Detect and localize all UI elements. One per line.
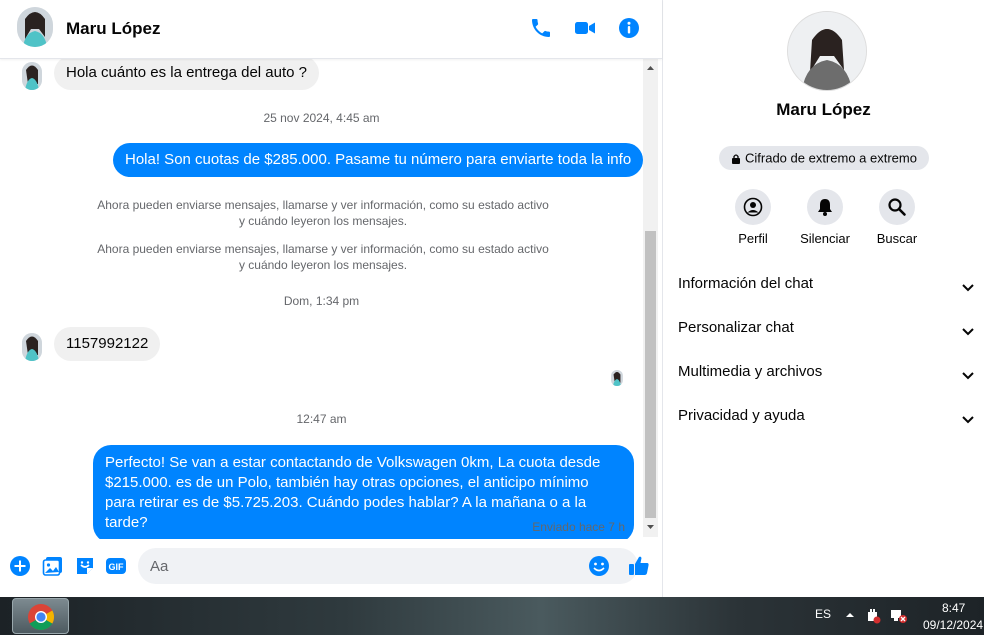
language-indicator[interactable]: ES: [815, 607, 831, 621]
action-label: Buscar: [876, 231, 918, 246]
action-label: Perfil: [738, 231, 768, 246]
like-icon[interactable]: [627, 554, 651, 578]
profile-icon[interactable]: [735, 189, 771, 225]
message-outgoing[interactable]: Hola! Son cuotas de $285.000. Pasame tu …: [113, 143, 643, 177]
contact-avatar-small[interactable]: [22, 333, 42, 361]
tray-expand-icon[interactable]: [845, 611, 855, 619]
read-receipt-avatar: [611, 370, 623, 386]
scroll-down-arrow-icon[interactable]: [643, 519, 658, 535]
chat-header: Maru López: [0, 0, 662, 59]
profile-avatar[interactable]: [787, 11, 867, 91]
clock-date[interactable]: 09/12/2024: [923, 618, 983, 632]
chrome-taskbar-button[interactable]: [12, 598, 69, 634]
message-incoming[interactable]: Hola cuánto es la entrega del auto ?: [54, 59, 320, 90]
chevron-down-icon: [960, 279, 976, 295]
taskbar: ES 8:47 09/12/2024: [0, 597, 984, 635]
chat-panel: Maru López Hola cuánto es la entrega del…: [0, 0, 662, 597]
section-label: Personalizar chat: [678, 319, 794, 336]
gif-icon[interactable]: GIF: [105, 555, 127, 577]
message-input[interactable]: [138, 548, 638, 584]
system-message: Ahora pueden enviarse mensajes, llamarse…: [97, 198, 549, 228]
bell-icon[interactable]: [807, 189, 843, 225]
svg-text:GIF: GIF: [109, 562, 125, 572]
info-icon[interactable]: [617, 16, 641, 40]
message-timestamp: 25 nov 2024, 4:45 am: [263, 111, 380, 125]
chrome-icon: [27, 603, 55, 631]
info-panel: Maru López Cifrado de extremo a extremo …: [663, 0, 984, 597]
video-call-icon[interactable]: [573, 16, 597, 40]
message-timestamp: Dom, 1:34 pm: [283, 294, 360, 308]
search-icon[interactable]: [879, 189, 915, 225]
sent-status: Enviado hace 7 h: [532, 520, 625, 534]
search-action[interactable]: Buscar: [867, 189, 927, 246]
scrollbar-thumb[interactable]: [645, 231, 656, 518]
power-icon[interactable]: [865, 608, 881, 624]
composer: GIF: [0, 540, 662, 597]
message-list: Hola cuánto es la entrega del auto ? 25 …: [0, 59, 643, 539]
action-label: Silenciar: [800, 231, 850, 246]
section-label: Multimedia y archivos: [678, 363, 823, 380]
section-label: Privacidad y ayuda: [678, 407, 805, 424]
contact-avatar[interactable]: [17, 7, 53, 47]
chevron-down-icon: [960, 411, 976, 427]
encryption-badge[interactable]: Cifrado de extremo a extremo: [719, 146, 929, 170]
profile-action[interactable]: Perfil: [723, 189, 783, 246]
gallery-icon[interactable]: [42, 555, 64, 577]
profile-name: Maru López: [776, 100, 871, 119]
phone-icon[interactable]: [529, 16, 553, 40]
plus-icon[interactable]: [9, 555, 31, 577]
section-chat-info[interactable]: Información del chat: [678, 275, 976, 305]
section-customize-chat[interactable]: Personalizar chat: [678, 319, 976, 349]
chevron-down-icon: [960, 367, 976, 383]
system-message: Ahora pueden enviarse mensajes, llamarse…: [97, 242, 549, 272]
section-privacy-help[interactable]: Privacidad y ayuda: [678, 407, 976, 437]
network-error-icon[interactable]: [890, 608, 908, 624]
contact-avatar-small[interactable]: [22, 62, 42, 90]
contact-name[interactable]: Maru López: [66, 19, 160, 39]
lock-icon: [731, 153, 741, 165]
mute-action[interactable]: Silenciar: [795, 189, 855, 246]
message-incoming[interactable]: 1157992122: [54, 327, 161, 361]
section-label: Información del chat: [678, 275, 814, 292]
encryption-label: Cifrado de extremo a extremo: [745, 150, 917, 166]
sticker-icon[interactable]: [74, 555, 96, 577]
scroll-up-arrow-icon[interactable]: [643, 60, 658, 76]
section-media-files[interactable]: Multimedia y archivos: [678, 363, 976, 393]
message-timestamp: 12:47 am: [296, 412, 347, 426]
clock-time[interactable]: 8:47: [942, 601, 965, 615]
chevron-down-icon: [960, 323, 976, 339]
emoji-icon[interactable]: [588, 555, 610, 577]
